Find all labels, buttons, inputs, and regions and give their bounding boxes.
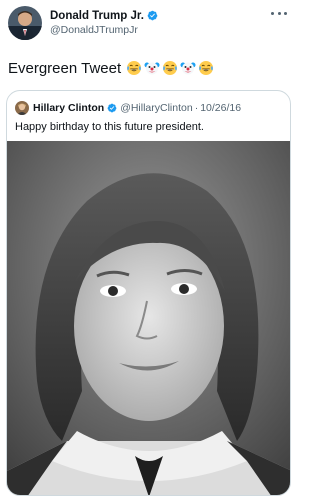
quoted-tweet-text: Happy birthday to this future president.: [15, 121, 204, 133]
quoted-author-display-name[interactable]: Hillary Clinton: [33, 102, 104, 114]
tweet-header: Donald Trump Jr. @DonaldJTrumpJr: [8, 6, 289, 40]
verified-badge-icon: [107, 103, 117, 112]
quoted-tweet[interactable]: Hillary Clinton @HillaryClinton · 10/26/…: [6, 90, 291, 496]
tweet-card[interactable]: Donald Trump Jr. @DonaldJTrumpJr Evergre…: [0, 0, 297, 500]
verified-badge-icon: [147, 10, 158, 21]
laughing-crying-emoji: [163, 61, 178, 75]
clown-face-emoji: [180, 62, 196, 75]
author-names: Donald Trump Jr. @DonaldJTrumpJr: [50, 8, 158, 36]
quoted-tweet-header: Hillary Clinton @HillaryClinton · 10/26/…: [15, 100, 241, 115]
quoted-author-avatar[interactable]: [15, 100, 29, 115]
tweet-body: Evergreen Tweet: [8, 58, 216, 78]
more-options-icon[interactable]: [271, 8, 287, 18]
laughing-crying-emoji: [199, 61, 214, 75]
author-avatar[interactable]: [8, 6, 42, 40]
laughing-crying-emoji: [127, 61, 142, 75]
clown-face-emoji: [144, 62, 160, 75]
separator-dot: ·: [194, 101, 199, 114]
author-handle[interactable]: @DonaldJTrumpJr: [50, 24, 158, 36]
author-display-name[interactable]: Donald Trump Jr.: [50, 10, 144, 22]
quoted-author-handle[interactable]: @HillaryClinton: [120, 102, 193, 114]
tweet-text: Evergreen Tweet: [8, 59, 122, 77]
quoted-tweet-photo[interactable]: [7, 141, 290, 495]
quoted-tweet-date[interactable]: 10/26/16: [200, 102, 241, 114]
